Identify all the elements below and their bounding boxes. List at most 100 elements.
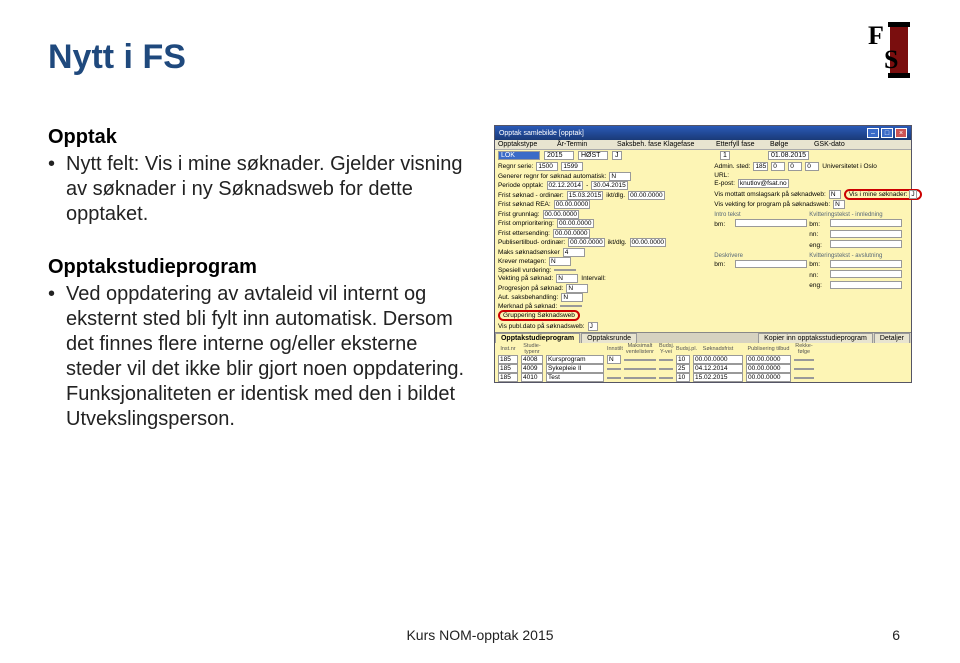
form-row: Merknad på søknad: — [498, 303, 708, 310]
app-screenshot: Opptak samlebilde [opptak] – □ × Opptaks… — [494, 125, 912, 460]
input-field[interactable]: N — [561, 293, 583, 302]
form-row: E-post:knutlov@fsat.no — [714, 179, 908, 188]
table-row[interactable]: 1854008KursprogramN1000.00.000000.00.000… — [495, 355, 911, 364]
input-field[interactable]: knutlov@fsat.no — [738, 179, 789, 188]
svg-text:F: F — [868, 21, 884, 50]
section-heading-opptakstudieprogram: Opptakstudieprogram — [48, 255, 476, 280]
slide-footer: Kurs NOM-opptak 2015 6 — [0, 627, 960, 643]
input-field[interactable]: 00.00.0000 — [557, 219, 594, 228]
input-field[interactable]: 00.00.0000 — [554, 200, 591, 209]
form-row: Spesiell vurdering: — [498, 267, 708, 274]
vis-mine-soknader-field[interactable]: J — [909, 190, 916, 199]
bullet-item: • Ved oppdatering av avtaleid vil intern… — [48, 282, 476, 432]
gsk-date-field[interactable]: 01.08.2015 — [768, 151, 809, 160]
page-title: Nytt i FS — [48, 38, 912, 77]
input-field[interactable]: 4 — [563, 248, 585, 257]
form-row: URL: — [714, 172, 908, 179]
tab-opptakstudieprogram[interactable]: Opptakstudieprogram — [495, 333, 580, 343]
input-field[interactable]: N — [833, 200, 845, 209]
side-text-section: Deskriverebm: — [714, 253, 807, 292]
input-field[interactable]: 30.04.2015 — [591, 181, 628, 190]
input-field[interactable] — [554, 269, 576, 271]
footer-text: Kurs NOM-opptak 2015 — [406, 627, 553, 643]
text-area[interactable] — [830, 240, 902, 248]
form-row: Frist ettersending:00.00.0000 — [498, 229, 708, 238]
tab-bar: Opptakstudieprogram Opptaksrunde Kopier … — [495, 332, 911, 343]
input-field[interactable]: 0 — [788, 162, 802, 171]
form-row: Vekting på søknad:NIntervall: — [498, 274, 708, 283]
text-area[interactable] — [830, 219, 902, 227]
side-text-section: Kvitteringstekst - innledningbm:nn:eng: — [809, 212, 902, 251]
form-row: Maks søknadsønsker4 — [498, 248, 708, 257]
form-header: Opptakstype År-Termin Saksbeh. fase Klag… — [495, 140, 911, 150]
table-row[interactable]: 1854009Sykepleie II2504.12.201400.00.000… — [495, 364, 911, 373]
window-title: Opptak samlebilde [opptak] — [499, 130, 584, 137]
maximize-icon[interactable]: □ — [881, 128, 893, 138]
input-field[interactable]: 00.00.0000 — [630, 238, 667, 247]
input-field[interactable]: 185 — [753, 162, 768, 171]
input-field[interactable]: N — [566, 284, 588, 293]
input-field[interactable]: 15.03.2015 — [567, 191, 604, 200]
input-field[interactable]: 00.00.0000 — [543, 210, 580, 219]
form-top-row: LOK 2015 HØST J 1 01.08.2015 — [495, 150, 911, 161]
tab-copy-program[interactable]: Kopier inn opptaksstudieprogram — [758, 333, 873, 343]
form-row: Admin. sted:185000Universitetet i Oslo — [714, 162, 908, 171]
tab-detaljer[interactable]: Detaljer — [874, 333, 910, 343]
form-row: Publisertilbud- ordinær:00.00.0000ikt/dl… — [498, 238, 708, 247]
side-text-section: Intro tekstbm: — [714, 212, 807, 251]
tab-opptaksrunde[interactable]: Opptaksrunde — [581, 333, 637, 343]
form-row: Periode opptak:02.12.2014-30.04.2015 — [498, 181, 708, 190]
text-column: Opptak • Nytt felt: Vis i mine søknader.… — [48, 125, 476, 460]
form-row: Progresjon på søknad:N — [498, 284, 708, 293]
form-row: Gruppering Søknadsweb — [498, 310, 708, 321]
input-field[interactable]: 0 — [805, 162, 819, 171]
text-area[interactable] — [735, 260, 807, 268]
input-field[interactable]: 0 — [771, 162, 785, 171]
gruppering-soknadsweb-highlight: Gruppering Søknadsweb — [498, 310, 580, 321]
bolge-field[interactable]: 1 — [720, 151, 730, 160]
text-area[interactable] — [735, 219, 807, 227]
input-field[interactable]: 1599 — [561, 162, 583, 171]
text-area[interactable] — [830, 230, 902, 238]
form-row: Krever metagen:N — [498, 257, 708, 266]
input-field[interactable]: N — [829, 190, 841, 199]
form-row: Frist søknad - ordinær:15.03.2015ikt/dlg… — [498, 191, 708, 200]
bullet-item: • Nytt felt: Vis i mine søknader. Gjelde… — [48, 152, 476, 227]
form-row: Frist grunnlag:00.00.0000 — [498, 210, 708, 219]
form-row: Vis vekting for program på søknadsweb:N — [714, 200, 908, 209]
input-field[interactable]: N — [609, 172, 631, 181]
text-area[interactable] — [830, 270, 902, 278]
text-area[interactable] — [830, 281, 902, 289]
studieprogram-table: Inst.nr Studie-typenr Innstilt Maksimalt… — [495, 343, 911, 382]
input-field[interactable] — [560, 305, 582, 307]
opptakstype-field[interactable]: LOK — [498, 151, 540, 160]
minimize-icon[interactable]: – — [867, 128, 879, 138]
input-field[interactable]: 00.00.0000 — [553, 229, 590, 238]
form-row: Regnr serie:15001599 — [498, 162, 708, 171]
input-field[interactable]: J — [588, 322, 598, 331]
form-row: Generer regnr for søknad automatisk:N — [498, 172, 708, 181]
flag-field[interactable]: J — [612, 151, 622, 160]
text-area[interactable] — [830, 260, 902, 268]
input-field[interactable]: 1500 — [536, 162, 558, 171]
window-titlebar: Opptak samlebilde [opptak] – □ × — [495, 126, 911, 140]
close-icon[interactable]: × — [895, 128, 907, 138]
svg-text:S: S — [884, 45, 898, 74]
input-field[interactable]: 00.00.0000 — [628, 191, 665, 200]
input-field[interactable]: N — [556, 274, 578, 283]
form-row: Frist søknad REA:00.00.0000 — [498, 200, 708, 209]
form-row: Vis mottatt omslagsark på søknadweb:NVis… — [714, 189, 908, 200]
input-field[interactable]: N — [549, 257, 571, 266]
table-row[interactable]: 1854010Test1015.02.201500.00.0000 — [495, 373, 911, 382]
vis-mine-soknader-highlight: Vis i mine søknader: J — [844, 189, 922, 200]
year-field[interactable]: 2015 — [544, 151, 574, 160]
input-field[interactable]: 00.00.0000 — [568, 238, 605, 247]
side-text-section: Kvitteringstekst - avslutningbm:nn:eng: — [809, 253, 902, 292]
form-row: Aut. saksbehandling:N — [498, 293, 708, 302]
section-heading-opptak: Opptak — [48, 125, 476, 150]
fs-logo: F S — [860, 20, 920, 80]
term-field[interactable]: HØST — [578, 151, 608, 160]
input-field[interactable]: 02.12.2014 — [547, 181, 584, 190]
form-row: Frist omprioritering:00.00.0000 — [498, 219, 708, 228]
page-number: 6 — [892, 627, 900, 643]
